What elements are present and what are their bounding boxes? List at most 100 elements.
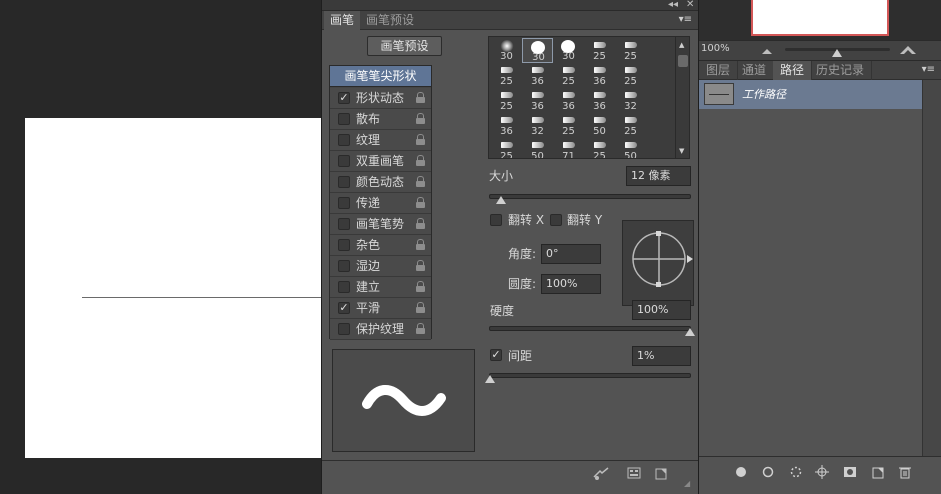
brush-tip-cell[interactable]: 36 bbox=[553, 88, 584, 113]
scroll-thumb[interactable] bbox=[678, 55, 688, 67]
paths-scrollbar[interactable] bbox=[922, 80, 941, 456]
brush-tip-cell[interactable]: 25 bbox=[615, 113, 646, 138]
brush-tip-cell[interactable]: 30 bbox=[553, 38, 584, 63]
brush-option-row[interactable]: ✓ 平滑 bbox=[330, 298, 431, 319]
brush-tip-cell[interactable]: 32 bbox=[522, 113, 553, 138]
brush-option-checkbox[interactable]: ✓ bbox=[338, 302, 350, 314]
zoom-slider-thumb[interactable] bbox=[832, 49, 842, 57]
spacing-slider-thumb[interactable] bbox=[485, 375, 495, 383]
open-preset-manager-icon[interactable] bbox=[627, 466, 641, 480]
brush-option-row[interactable]: 画笔笔势 bbox=[330, 214, 431, 235]
collapse-panel-icon[interactable]: ◂◂ bbox=[668, 0, 678, 11]
brush-tip-cell[interactable]: 71 bbox=[553, 138, 584, 158]
brush-tip-cell[interactable]: 25 bbox=[553, 63, 584, 88]
zoom-out-icon[interactable] bbox=[761, 47, 773, 55]
brush-option-checkbox[interactable]: ✓ bbox=[338, 92, 350, 104]
brush-tip-cell[interactable]: 50 bbox=[522, 138, 553, 158]
make-work-path-icon[interactable] bbox=[815, 465, 829, 479]
brush-option-checkbox[interactable] bbox=[338, 323, 350, 335]
brush-tip-cell[interactable]: 32 bbox=[615, 88, 646, 113]
brush-option-row[interactable]: 建立 bbox=[330, 277, 431, 298]
brush-tip-cell[interactable]: 25 bbox=[615, 38, 646, 63]
lock-icon[interactable] bbox=[416, 260, 425, 271]
fill-path-icon[interactable] bbox=[734, 465, 748, 479]
brush-tip-cell[interactable]: 36 bbox=[584, 88, 615, 113]
create-new-brush-icon[interactable] bbox=[654, 466, 668, 480]
zoom-value[interactable]: 100% bbox=[701, 43, 730, 54]
brush-option-checkbox[interactable] bbox=[338, 155, 350, 167]
brush-option-checkbox[interactable] bbox=[338, 197, 350, 209]
size-field[interactable]: 12 像素 bbox=[626, 166, 691, 186]
brush-tip-cell[interactable]: 50 bbox=[615, 138, 646, 158]
brush-option-row[interactable]: 颜色动态 bbox=[330, 172, 431, 193]
path-item-work-path[interactable]: 工作路径 bbox=[699, 80, 922, 109]
brush-option-checkbox[interactable] bbox=[338, 260, 350, 272]
toggle-brush-preview-icon[interactable] bbox=[592, 467, 610, 481]
tab-paths[interactable]: 路径 bbox=[773, 61, 813, 80]
angle-field[interactable]: 0° bbox=[541, 244, 601, 264]
brush-tip-cell[interactable]: 25 bbox=[553, 113, 584, 138]
hardness-slider[interactable] bbox=[489, 326, 691, 331]
tab-channels[interactable]: 通道 bbox=[735, 61, 775, 80]
lock-icon[interactable] bbox=[416, 218, 425, 229]
hardness-slider-thumb[interactable] bbox=[685, 328, 695, 336]
lock-icon[interactable] bbox=[416, 176, 425, 187]
brush-presets-button[interactable]: 画笔预设 bbox=[367, 36, 442, 56]
flip-y-checkbox[interactable] bbox=[550, 214, 562, 226]
brush-tip-shape-item[interactable]: 画笔笔尖形状 bbox=[330, 66, 431, 87]
zoom-in-icon[interactable] bbox=[899, 45, 917, 55]
brush-option-checkbox[interactable] bbox=[338, 281, 350, 293]
brush-tip-cell[interactable]: 25 bbox=[491, 88, 522, 113]
lock-icon[interactable] bbox=[416, 302, 425, 313]
brush-option-checkbox[interactable] bbox=[338, 134, 350, 146]
panel-menu-icon[interactable]: ▾≡ bbox=[679, 14, 692, 25]
scroll-up-icon[interactable]: ▲ bbox=[679, 41, 684, 49]
brush-grid-scrollbar[interactable]: ▲ ▼ bbox=[675, 37, 689, 158]
brush-tip-cell[interactable]: 25 bbox=[491, 63, 522, 88]
roundness-field[interactable]: 100% bbox=[541, 274, 601, 294]
brush-option-checkbox[interactable] bbox=[338, 218, 350, 230]
brush-option-checkbox[interactable] bbox=[338, 113, 350, 125]
lock-icon[interactable] bbox=[416, 155, 425, 166]
brush-option-row[interactable]: 传递 bbox=[330, 193, 431, 214]
tab-brush-presets[interactable]: 画笔预设 bbox=[360, 11, 420, 30]
brush-option-row[interactable]: 湿边 bbox=[330, 256, 431, 277]
spacing-slider[interactable] bbox=[489, 373, 691, 378]
brush-tip-cell[interactable]: 36 bbox=[522, 88, 553, 113]
spacing-checkbox[interactable]: ✓ bbox=[490, 349, 502, 361]
document-canvas[interactable] bbox=[25, 118, 325, 458]
brush-tip-cell[interactable]: 25 bbox=[584, 38, 615, 63]
hardness-field[interactable]: 100% bbox=[632, 300, 691, 320]
lock-icon[interactable] bbox=[416, 281, 425, 292]
lock-icon[interactable] bbox=[416, 92, 425, 103]
brush-option-row[interactable]: 双重画笔 bbox=[330, 151, 431, 172]
brush-option-row[interactable]: 纹理 bbox=[330, 130, 431, 151]
lock-icon[interactable] bbox=[416, 134, 425, 145]
size-slider-thumb[interactable] bbox=[496, 196, 506, 204]
brush-option-row[interactable]: 保护纹理 bbox=[330, 319, 431, 340]
brush-option-checkbox[interactable] bbox=[338, 239, 350, 251]
tab-layers[interactable]: 图层 bbox=[699, 61, 739, 80]
add-mask-icon[interactable] bbox=[843, 465, 857, 479]
scroll-down-icon[interactable]: ▼ bbox=[679, 147, 684, 155]
flip-x-checkbox[interactable] bbox=[490, 214, 502, 226]
delete-path-icon[interactable] bbox=[898, 465, 912, 479]
brush-tip-cell[interactable]: 36 bbox=[584, 63, 615, 88]
resize-grip-icon[interactable]: ◢ bbox=[684, 479, 690, 488]
brush-option-checkbox[interactable] bbox=[338, 176, 350, 188]
brush-option-row[interactable]: 杂色 bbox=[330, 235, 431, 256]
load-path-as-selection-icon[interactable] bbox=[789, 465, 803, 479]
size-slider[interactable] bbox=[489, 194, 691, 199]
stroke-path-icon[interactable] bbox=[761, 465, 775, 479]
brush-tip-cell[interactable]: 25 bbox=[491, 138, 522, 158]
tab-brush[interactable]: 画笔 bbox=[324, 11, 361, 30]
tab-history[interactable]: 历史记录 bbox=[809, 61, 873, 80]
brush-tip-cell[interactable]: 36 bbox=[522, 63, 553, 88]
brush-tip-cell[interactable]: 25 bbox=[615, 63, 646, 88]
brush-tip-cell[interactable]: 30 bbox=[491, 38, 522, 63]
brush-tip-cell[interactable]: 50 bbox=[584, 113, 615, 138]
lock-icon[interactable] bbox=[416, 239, 425, 250]
close-panel-icon[interactable]: ✕ bbox=[686, 0, 694, 11]
angle-roundness-widget[interactable] bbox=[622, 220, 694, 306]
brush-tip-cell[interactable]: 36 bbox=[491, 113, 522, 138]
